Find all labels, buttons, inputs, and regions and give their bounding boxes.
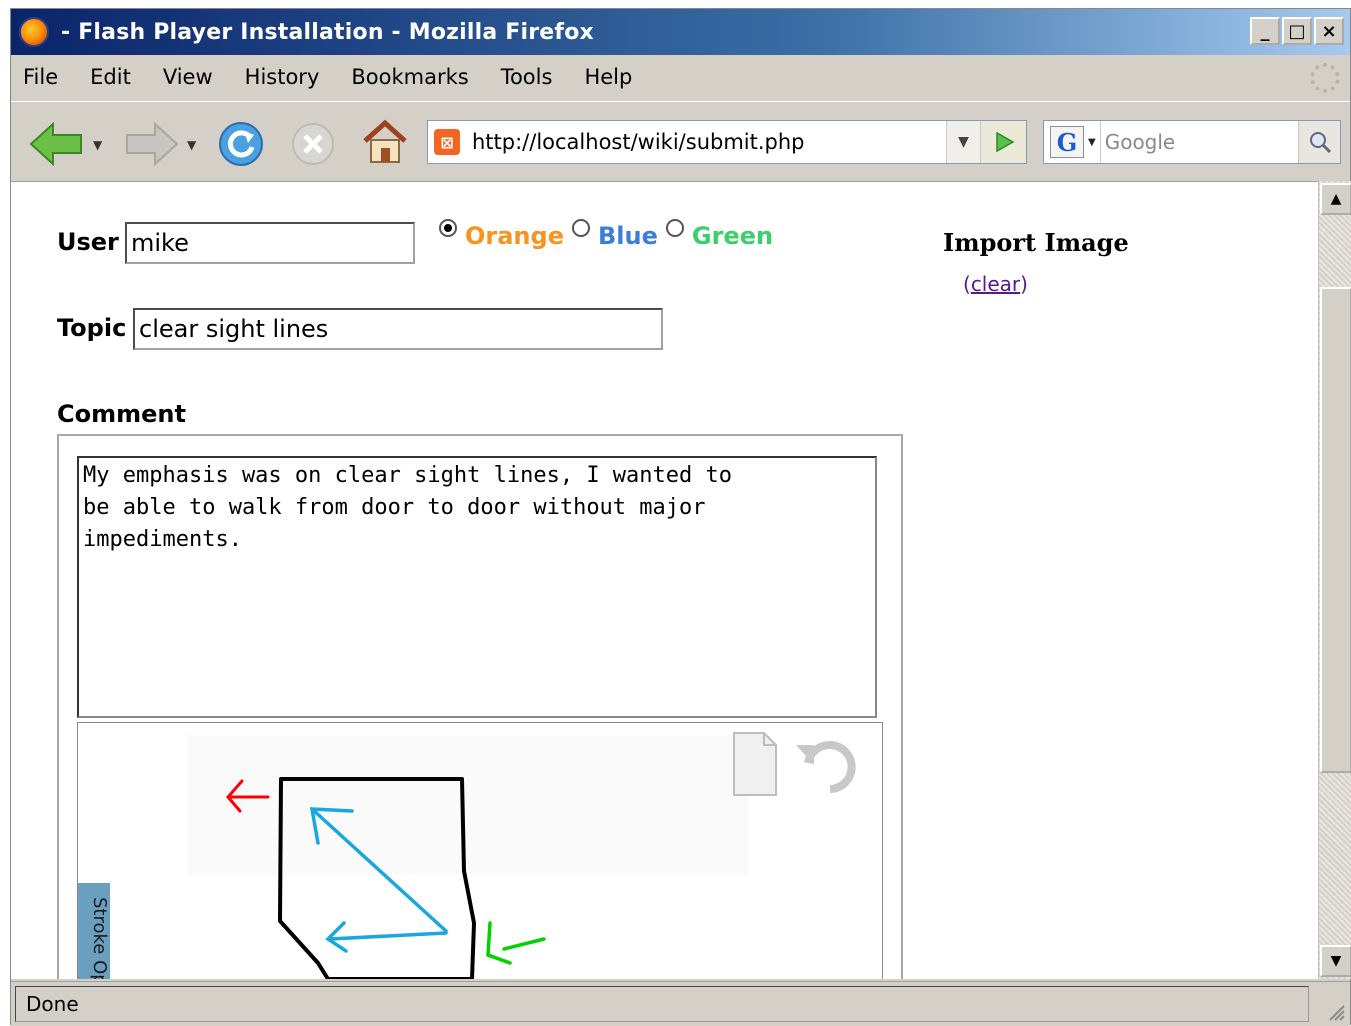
search-engine-dropdown-icon[interactable]: ▼	[1088, 137, 1096, 148]
scroll-up-button[interactable]: ▲	[1320, 183, 1351, 215]
forward-button[interactable]	[121, 122, 181, 166]
sketch-canvas[interactable]: Stroke Op	[77, 722, 883, 979]
address-bar[interactable]: ⊠ http://localhost/wiki/submit.php ▼	[427, 120, 1027, 164]
reload-icon	[219, 122, 263, 166]
comment-textarea[interactable]: My emphasis was on clear sight lines, I …	[77, 456, 877, 718]
new-page-icon[interactable]	[733, 732, 777, 796]
firefox-logo-icon	[19, 17, 49, 47]
search-button[interactable]	[1298, 121, 1340, 163]
topic-input[interactable]: clear sight lines	[133, 308, 663, 350]
stop-button[interactable]	[289, 120, 337, 168]
search-engine-google-icon[interactable]: G	[1050, 126, 1084, 158]
minimize-button[interactable]: _	[1250, 17, 1280, 45]
menu-tools[interactable]: Tools	[485, 65, 569, 89]
page-content: User mike Orange Blue Green Topic clear …	[11, 181, 1318, 979]
go-arrow-icon	[995, 131, 1015, 153]
stop-icon	[292, 123, 334, 165]
green-radio[interactable]	[665, 219, 684, 237]
search-bar[interactable]: G ▼ Google	[1043, 120, 1341, 164]
clear-link[interactable]: clear	[971, 272, 1020, 296]
magnifier-icon	[1309, 132, 1331, 154]
reload-button[interactable]	[215, 118, 267, 170]
blue-radio-label[interactable]: Blue	[598, 222, 658, 250]
menu-help[interactable]: Help	[568, 65, 648, 89]
green-arrow-stroke	[486, 921, 546, 965]
activity-throbber-icon	[1310, 63, 1340, 93]
vertical-scrollbar[interactable]: ▲ ▼	[1318, 181, 1351, 979]
title-bar: - Flash Player Installation - Mozilla Fi…	[11, 9, 1350, 55]
search-input[interactable]: Google	[1099, 121, 1298, 163]
resize-grip-icon[interactable]	[1324, 1000, 1346, 1022]
navigation-toolbar: ▼ ▼ ⊠ http://localhost/wiki/submit.php ▼…	[11, 101, 1350, 181]
menu-edit[interactable]: Edit	[74, 65, 147, 89]
close-button[interactable]: ×	[1314, 17, 1344, 45]
clear-open-paren: (	[963, 272, 971, 296]
menu-bookmarks[interactable]: Bookmarks	[335, 65, 484, 89]
home-button[interactable]	[359, 116, 411, 168]
undo-icon[interactable]	[796, 741, 856, 793]
sketch-drawing[interactable]	[78, 723, 882, 979]
url-history-dropdown-icon[interactable]: ▼	[946, 121, 980, 163]
clear-link-wrapper: (clear)	[963, 272, 1028, 296]
forward-history-dropdown-icon[interactable]: ▼	[187, 138, 196, 152]
back-button[interactable]	[27, 122, 87, 166]
menu-history[interactable]: History	[229, 65, 336, 89]
browser-window: - Flash Player Installation - Mozilla Fi…	[10, 8, 1351, 1026]
comment-container: My emphasis was on clear sight lines, I …	[57, 434, 903, 979]
home-icon	[363, 119, 407, 163]
topic-label: Topic	[57, 314, 127, 342]
menu-file[interactable]: File	[11, 65, 74, 89]
user-input[interactable]: mike	[125, 222, 415, 264]
sketch-toolbar-shadow	[188, 735, 748, 875]
stroke-options-tab[interactable]: Stroke Op	[78, 883, 110, 979]
import-image-title: Import Image	[943, 228, 1129, 257]
orange-radio[interactable]	[439, 219, 457, 237]
status-bar: Done	[11, 981, 1350, 1026]
green-radio-label[interactable]: Green	[692, 222, 773, 250]
comment-label: Comment	[57, 400, 186, 428]
go-button[interactable]	[980, 121, 1026, 163]
forward-arrow-icon	[126, 122, 179, 166]
clear-close-paren: )	[1020, 272, 1028, 296]
menu-view[interactable]: View	[147, 65, 229, 89]
user-label: User	[57, 228, 119, 256]
back-arrow-icon	[29, 122, 82, 166]
url-text[interactable]: http://localhost/wiki/submit.php	[472, 130, 946, 154]
color-radio-group: Orange Blue Green	[439, 219, 773, 250]
orange-radio-label[interactable]: Orange	[465, 222, 564, 250]
menu-bar: File Edit View History Bookmarks Tools H…	[11, 55, 1350, 99]
back-history-dropdown-icon[interactable]: ▼	[93, 138, 102, 152]
window-title: - Flash Player Installation - Mozilla Fi…	[61, 19, 594, 45]
status-text: Done	[15, 986, 1309, 1022]
site-favicon-icon: ⊠	[434, 129, 460, 155]
maximize-button[interactable]: □	[1282, 17, 1312, 45]
blue-bottom-stroke	[325, 921, 448, 953]
scrollbar-thumb[interactable]	[1320, 287, 1351, 773]
window-controls: _ □ ×	[1250, 17, 1344, 45]
scroll-down-button[interactable]: ▼	[1320, 945, 1351, 977]
blue-radio[interactable]	[571, 219, 590, 237]
